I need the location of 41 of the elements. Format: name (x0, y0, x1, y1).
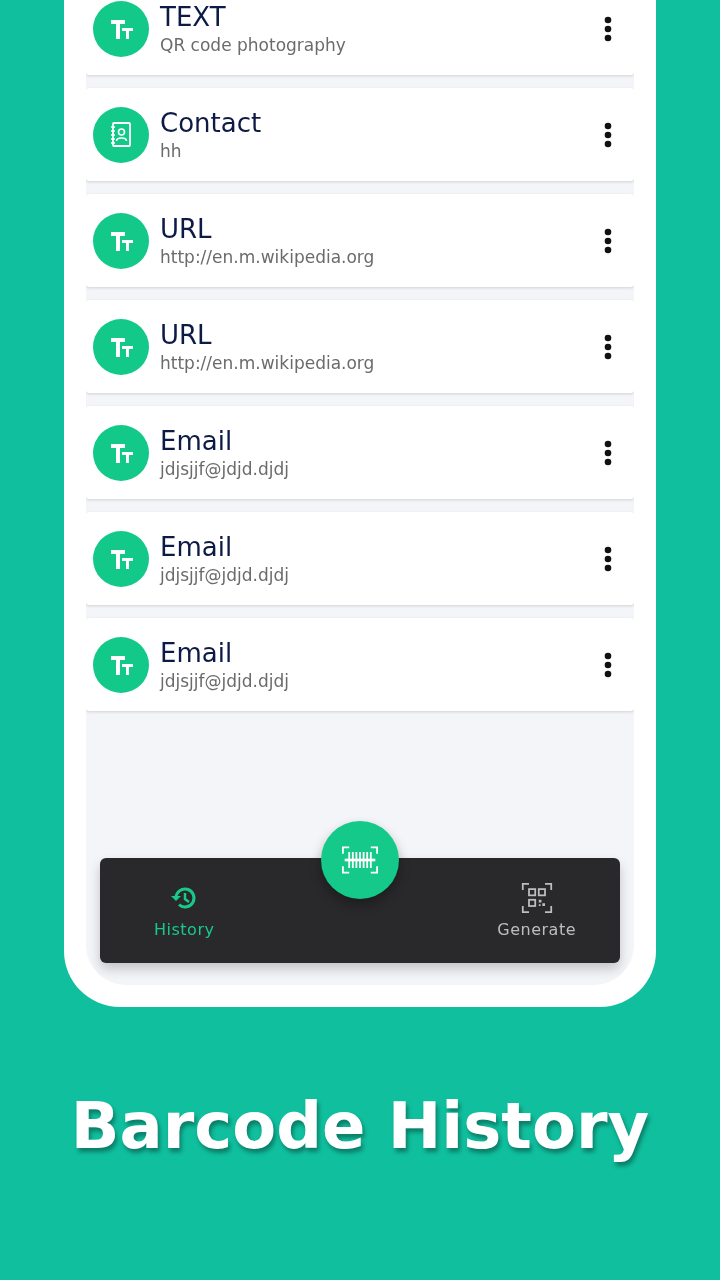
item-subtitle: QR code photography (160, 33, 347, 57)
more-options-icon[interactable] (604, 227, 612, 254)
headline: Barcode History (70, 1089, 650, 1163)
more-options-icon[interactable] (604, 651, 612, 678)
item-title: URL (160, 318, 213, 351)
scan-button[interactable] (321, 821, 399, 899)
history-item[interactable]: URL http://en.m.wikipedia.org (86, 194, 634, 287)
more-options-icon[interactable] (604, 15, 612, 42)
text-type-icon (93, 212, 149, 269)
item-subtitle: jdjsjjf@jdjd.djdj (160, 669, 290, 693)
item-title: Email (160, 636, 234, 669)
text-type-icon (93, 0, 149, 57)
item-subtitle: http://en.m.wikipedia.org (160, 245, 376, 269)
text-type-icon (93, 530, 149, 587)
item-title: Contact (160, 106, 263, 139)
more-options-icon[interactable] (604, 439, 612, 466)
nav-tab[interactable]: Generate (493, 878, 580, 943)
item-subtitle: http://en.m.wikipedia.org (160, 351, 376, 375)
history-item[interactable]: URL http://en.m.wikipedia.org (86, 300, 634, 393)
item-title: TEXT (160, 0, 227, 33)
contact-book-icon (93, 106, 149, 163)
item-title: Email (160, 424, 234, 457)
more-options-icon[interactable] (604, 333, 612, 360)
item-title: URL (160, 212, 213, 245)
text-type-icon (93, 318, 149, 375)
history-item[interactable]: Email jdjsjjf@jdjd.djdj (86, 512, 634, 605)
item-title: Email (160, 530, 234, 563)
history-item[interactable]: Email jdjsjjf@jdjd.djdj (86, 618, 634, 711)
item-subtitle: jdjsjjf@jdjd.djdj (160, 457, 290, 481)
text-type-icon (93, 424, 149, 481)
item-subtitle: jdjsjjf@jdjd.djdj (160, 563, 290, 587)
history-item[interactable]: Email jdjsjjf@jdjd.djdj (86, 406, 634, 499)
nav-tab[interactable]: History (150, 878, 219, 943)
barcode-scan-icon (342, 846, 378, 874)
qr-code-icon (520, 882, 553, 914)
history-item[interactable]: Contact hh (86, 88, 634, 181)
history-item[interactable]: TEXT QR code photography (86, 0, 634, 75)
more-options-icon[interactable] (604, 121, 612, 148)
item-subtitle: hh (160, 139, 183, 163)
more-options-icon[interactable] (604, 545, 612, 572)
text-type-icon (93, 636, 149, 693)
